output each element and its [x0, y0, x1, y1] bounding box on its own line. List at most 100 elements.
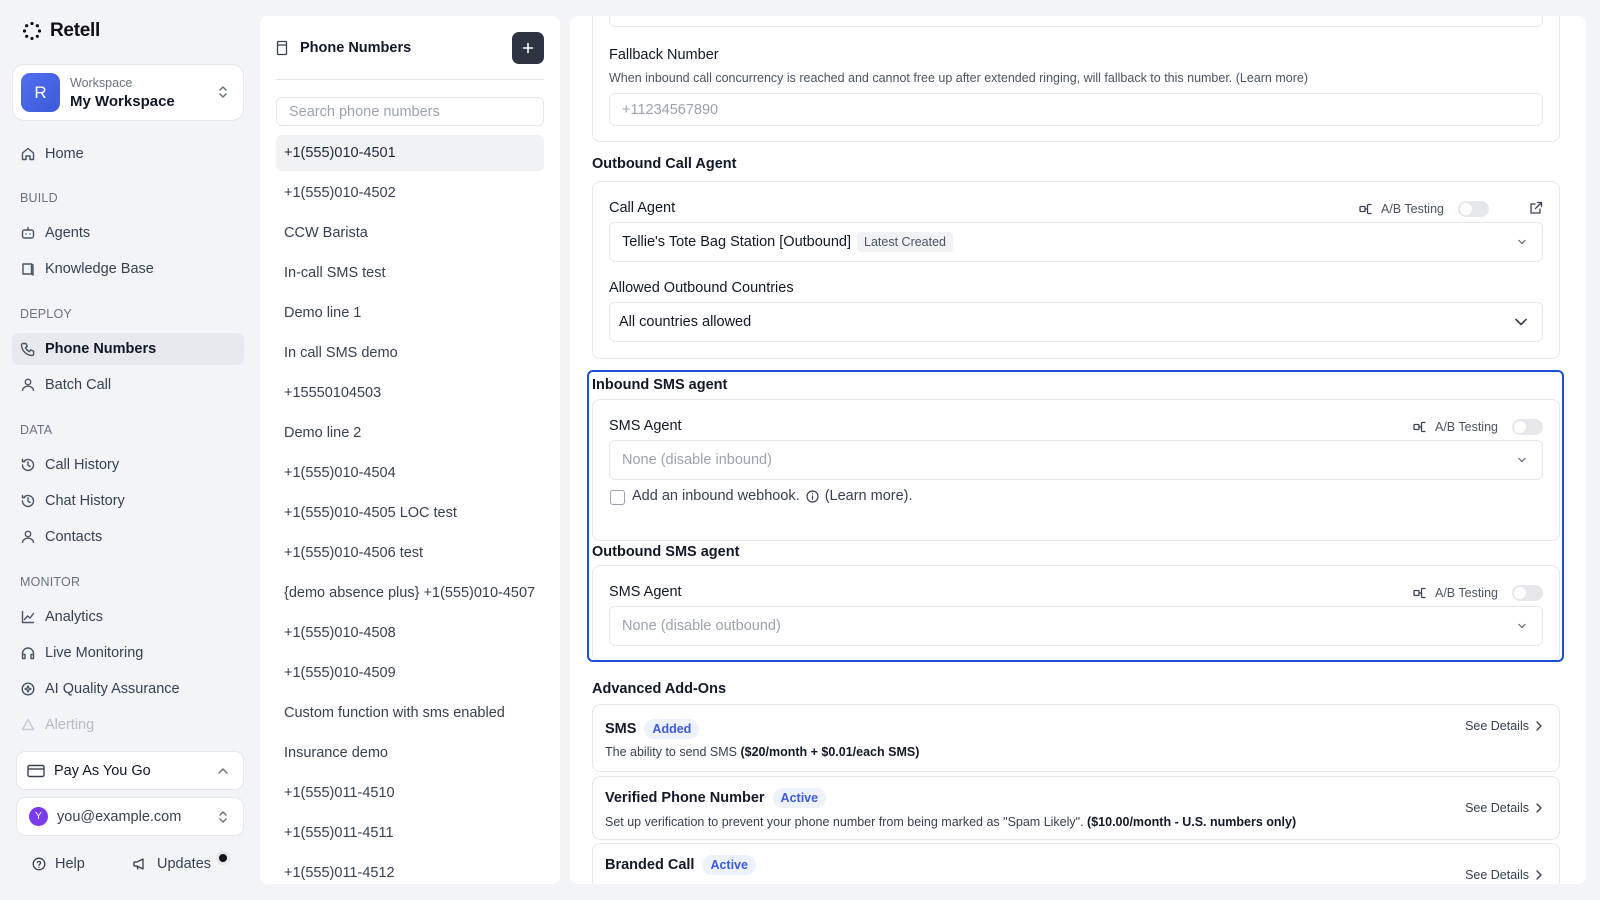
info-icon: [806, 489, 819, 503]
see-details-button[interactable]: See Details: [1465, 719, 1543, 733]
book-icon: [20, 261, 36, 277]
addon-verified-phone-number[interactable]: Verified Phone Number Active Set up veri…: [592, 776, 1560, 840]
nav-ai-qa-label: AI Quality Assurance: [45, 681, 180, 697]
ab-testing-label: A/B Testing: [1380, 202, 1444, 216]
nav-batch-call[interactable]: Batch Call: [12, 369, 244, 401]
ab-testing-control[interactable]: A/B Testing: [1413, 419, 1543, 435]
list-item[interactable]: +1(555)011-4511: [276, 815, 544, 851]
ab-testing-control[interactable]: A/B Testing: [1413, 585, 1543, 601]
ab-testing-control[interactable]: A/B Testing: [1359, 201, 1489, 217]
updates-link[interactable]: Updates: [132, 856, 211, 872]
list-item[interactable]: Custom function with sms enabled: [276, 695, 544, 731]
inbound-webhook-row: Add an inbound webhook. (Learn more).: [632, 488, 913, 504]
list-item[interactable]: +1(555)011-4510: [276, 775, 544, 811]
inbound-sms-agent-select[interactable]: None (disable inbound): [609, 440, 1543, 480]
workspace-label: Workspace: [70, 75, 133, 90]
workspace-switcher[interactable]: R Workspace My Workspace: [12, 64, 244, 121]
list-item[interactable]: CCW Barista: [276, 215, 544, 251]
list-item[interactable]: +1(555)010-4501: [276, 135, 544, 171]
plan-selector[interactable]: Pay As You Go: [16, 751, 244, 790]
list-item[interactable]: Demo line 1: [276, 295, 544, 331]
addon-sms[interactable]: SMS Added The ability to send SMS ($20/m…: [592, 704, 1560, 772]
nav-phone-numbers[interactable]: Phone Numbers: [12, 333, 244, 365]
nav-chat-history[interactable]: Chat History: [12, 485, 244, 517]
see-details-button[interactable]: See Details: [1465, 868, 1543, 882]
history-icon: [20, 493, 36, 509]
chevron-down-icon: [1516, 236, 1528, 248]
external-link-icon[interactable]: [1529, 201, 1543, 215]
list-item[interactable]: +1(555)011-4512: [276, 855, 544, 884]
list-item[interactable]: In call SMS demo: [276, 335, 544, 371]
credit-card-icon: [27, 764, 45, 778]
list-item[interactable]: +1(555)010-4508: [276, 615, 544, 651]
chevron-up-icon: [217, 767, 229, 775]
list-item[interactable]: +1(555)010-4506 test: [276, 535, 544, 571]
phone-list-icon: [276, 40, 288, 56]
list-item[interactable]: {demo absence plus} +1(555)010-4507: [276, 575, 544, 611]
nav-section-data: DATA: [20, 423, 53, 437]
status-badge: Active: [702, 855, 756, 875]
list-item[interactable]: +1(555)010-4502: [276, 175, 544, 211]
see-details-label: See Details: [1465, 868, 1529, 882]
advanced-addons-title: Advanced Add-Ons: [592, 681, 727, 697]
logo[interactable]: Retell: [22, 20, 100, 42]
nav-agents[interactable]: Agents: [12, 217, 244, 249]
outbound-sms-agent-label: SMS Agent: [609, 584, 682, 600]
addon-verified-name: Verified Phone Number: [605, 790, 765, 806]
list-item[interactable]: +1(555)010-4504: [276, 455, 544, 491]
outbound-sms-agent-value: None (disable outbound): [622, 618, 781, 634]
nav-home[interactable]: Home: [12, 138, 244, 170]
fallback-number-input[interactable]: +11234567890: [609, 93, 1543, 126]
nav-call-history[interactable]: Call History: [12, 449, 244, 481]
nav-contacts[interactable]: Contacts: [12, 521, 244, 553]
help-link[interactable]: Help: [32, 856, 85, 872]
nav-alerting[interactable]: Alerting: [12, 709, 244, 741]
list-item[interactable]: Insurance demo: [276, 735, 544, 771]
nav-knowledge-base[interactable]: Knowledge Base: [12, 253, 244, 285]
learn-more-link[interactable]: (Learn more).: [825, 488, 913, 504]
add-phone-number-button[interactable]: [512, 32, 544, 64]
addon-sms-name-row: SMS Added: [605, 719, 700, 739]
help-label: Help: [55, 856, 85, 872]
outbound-sms-agent-select[interactable]: None (disable outbound): [609, 606, 1543, 646]
account-switcher[interactable]: Y you@example.com: [16, 797, 244, 836]
ab-testing-label: A/B Testing: [1434, 586, 1498, 600]
account-email: you@example.com: [57, 808, 182, 825]
inbound-webhook-checkbox[interactable]: [610, 490, 625, 505]
addon-sms-desc: The ability to send SMS ($20/month + $0.…: [605, 745, 919, 759]
addon-verified-name-row: Verified Phone Number Active: [605, 788, 827, 808]
addon-branded-call[interactable]: Branded Call Active See Details: [592, 843, 1560, 884]
phone-panel-header: Phone Numbers: [276, 32, 544, 64]
search-input[interactable]: [276, 97, 544, 126]
nav-ai-quality-assurance[interactable]: AI Quality Assurance: [12, 673, 244, 705]
allowed-countries-label: Allowed Outbound Countries: [609, 280, 794, 296]
list-item[interactable]: In-call SMS test: [276, 255, 544, 291]
nav-contacts-label: Contacts: [45, 529, 103, 545]
chevron-down-icon: [1516, 620, 1528, 632]
addon-sms-name: SMS: [605, 721, 637, 737]
see-details-button[interactable]: See Details: [1465, 801, 1543, 815]
addon-verified-desc: Set up verification to prevent your phon…: [605, 815, 1296, 829]
nav-live-monitoring[interactable]: Live Monitoring: [12, 637, 244, 669]
previous-field-input[interactable]: [609, 16, 1543, 27]
notification-dot: [216, 851, 230, 865]
nav-analytics[interactable]: Analytics: [12, 601, 244, 633]
ab-testing-toggle[interactable]: [1512, 585, 1543, 601]
chevron-down-icon: [1514, 316, 1528, 328]
alert-icon: [20, 717, 36, 733]
list-item[interactable]: Demo line 2: [276, 415, 544, 451]
user-icon: [20, 529, 36, 545]
list-item[interactable]: +1(555)010-4505 LOC test: [276, 495, 544, 531]
addon-verified-desc-text: Set up verification to prevent your phon…: [605, 815, 1088, 829]
nav-section-monitor: MONITOR: [20, 575, 81, 589]
ab-testing-toggle[interactable]: [1458, 201, 1489, 217]
list-item[interactable]: +1(555)010-4509: [276, 655, 544, 691]
allowed-countries-select[interactable]: All countries allowed: [609, 302, 1543, 342]
fallback-number-help: When inbound call concurrency is reached…: [609, 71, 1308, 85]
ab-testing-toggle[interactable]: [1512, 419, 1543, 435]
branch-icon: [1359, 202, 1373, 216]
phone-numbers-panel: Phone Numbers +1(555)010-4501 +1(555)010…: [260, 16, 560, 884]
list-item[interactable]: +15550104503: [276, 375, 544, 411]
call-agent-select[interactable]: Tellie's Tote Bag Station [Outbound] Lat…: [609, 222, 1543, 262]
agents-icon: [20, 225, 36, 241]
